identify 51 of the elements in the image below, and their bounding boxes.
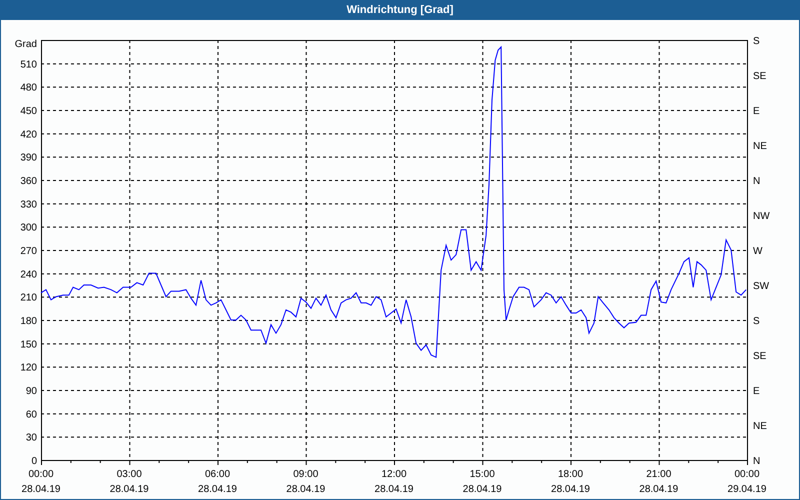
date-label: 28.04.19	[462, 484, 502, 495]
y-tick-label: 120	[20, 362, 37, 374]
date-label: 28.04.19	[110, 484, 149, 495]
direction-label: S	[753, 316, 760, 327]
y-tick-label: 240	[20, 269, 37, 280]
direction-label: E	[753, 106, 760, 117]
direction-label: S	[753, 36, 760, 47]
x-tick-label: 12:00	[381, 469, 407, 480]
y-tick-label: 90	[26, 386, 37, 397]
y-tick-label: 330	[20, 199, 37, 210]
direction-label: SE	[753, 351, 766, 362]
y-tick-label: 150	[20, 339, 37, 350]
date-label: 28.04.19	[286, 484, 326, 495]
x-tick-label: 00:00	[734, 469, 760, 480]
y-axis-label: Grad	[14, 39, 37, 50]
x-tick-label: 09:00	[293, 469, 318, 480]
y-tick-label: 0	[31, 456, 37, 467]
y-tick-label: 360	[20, 176, 37, 187]
date-label: 28.04.19	[198, 484, 237, 495]
y-tick-label: 180	[20, 316, 37, 327]
y-tick-label: 300	[20, 222, 37, 234]
date-label: 28.04.19	[551, 484, 590, 495]
x-tick-label: 18:00	[558, 469, 584, 480]
x-tick-label: 15:00	[470, 469, 495, 480]
window-title: Windrichtung [Grad]	[346, 2, 454, 18]
x-tick-label: 00:00	[28, 469, 54, 480]
x-tick-label: 03:00	[116, 469, 142, 480]
date-label: 28.04.19	[22, 484, 60, 495]
direction-label: NE	[753, 141, 767, 152]
direction-label: W	[753, 246, 762, 257]
y-tick-label: 270	[20, 246, 37, 257]
x-tick-label: 06:00	[204, 469, 230, 480]
y-tick-label: 510	[20, 59, 37, 70]
direction-label: N	[753, 176, 760, 187]
date-label: 28.04.19	[374, 484, 414, 495]
direction-label: NE	[753, 421, 767, 432]
x-tick-label: 21:00	[646, 469, 672, 480]
direction-label: SE	[753, 71, 766, 82]
y-tick-label: 210	[20, 292, 37, 304]
y-tick-label: 450	[20, 106, 37, 117]
y-tick-label: 390	[20, 152, 37, 164]
direction-label: SW	[753, 281, 770, 292]
direction-label: NW	[753, 211, 770, 222]
direction-label: E	[753, 386, 760, 397]
date-label: 29.04.19	[728, 484, 766, 495]
y-tick-label: 60	[26, 409, 37, 420]
y-tick-label: 480	[20, 82, 37, 94]
y-tick-label: 30	[26, 432, 37, 444]
y-tick-label: 420	[20, 129, 37, 140]
date-label: 28.04.19	[639, 484, 678, 495]
direction-label: N	[753, 456, 760, 467]
